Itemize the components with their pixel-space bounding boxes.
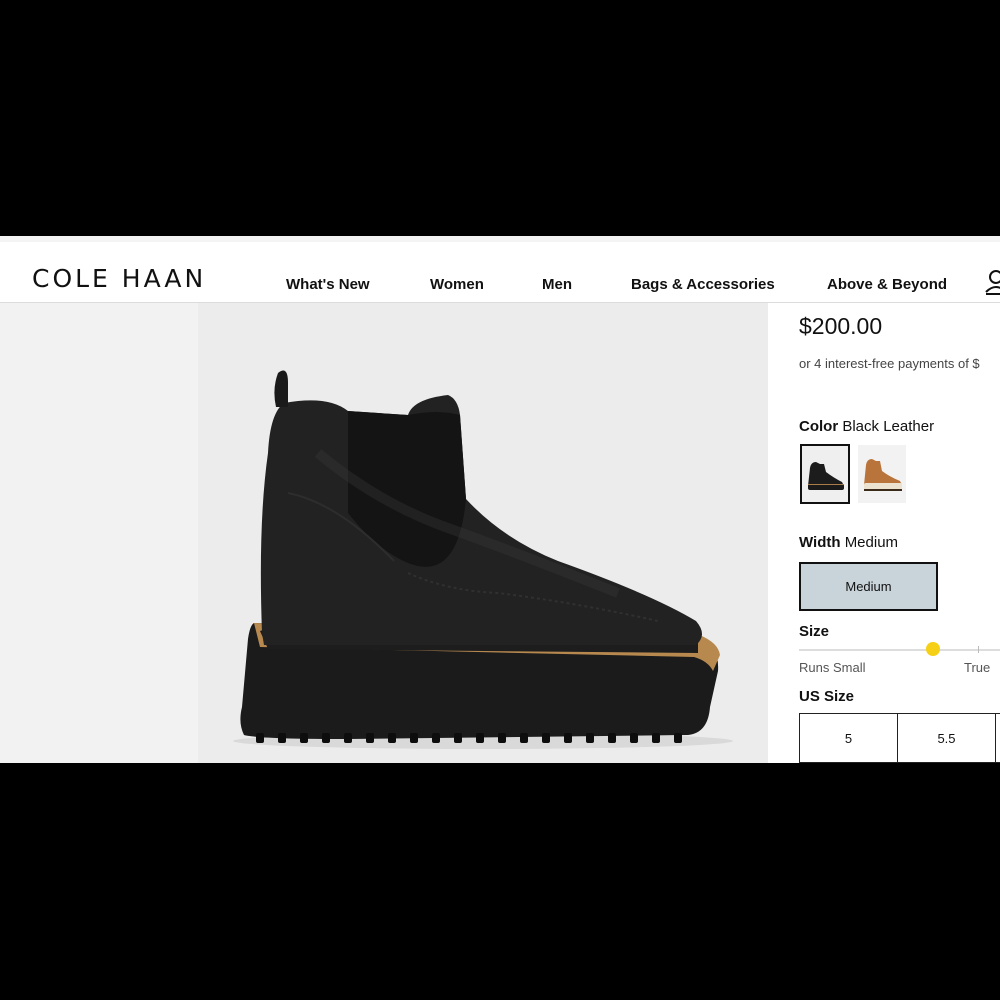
width-label: Width Medium [799, 534, 898, 551]
product-image[interactable] [198, 303, 768, 763]
color-value: Black Leather [842, 418, 935, 435]
size-option-5-5[interactable]: 5.5 [897, 713, 996, 763]
fit-right-label: True [964, 660, 991, 675]
nav-women[interactable]: Women [430, 276, 484, 293]
us-size-label: US Size [799, 688, 854, 705]
swatch-black-boot-thumb [802, 446, 848, 502]
nav-bags-accessories[interactable]: Bags & Accessories [631, 276, 775, 293]
size-option-next[interactable] [995, 713, 1000, 763]
fit-label: Size [799, 623, 829, 640]
width-value: Medium [844, 534, 899, 551]
swatch-brown-boot-thumb [858, 445, 906, 503]
fit-indicator [926, 642, 940, 656]
swatch-black-leather[interactable] [800, 444, 850, 504]
nav-men[interactable]: Men [542, 276, 572, 293]
fit-label-key: Size [799, 623, 830, 640]
brand-logo[interactable]: COLE HAAN [32, 264, 206, 293]
width-label-key: Width [799, 534, 841, 551]
nav-whats-new[interactable]: What's New [286, 276, 370, 293]
installments-text: or 4 interest-free payments of $ [799, 356, 980, 371]
product-details-panel: $200.00 or 4 interest-free payments of $… [768, 303, 1000, 763]
size-option-5[interactable]: 5 [799, 713, 898, 763]
fit-scale-track [799, 649, 1000, 651]
width-option-medium[interactable]: Medium [799, 562, 938, 611]
hero-side-backdrop [0, 303, 198, 763]
fit-scale-tick [978, 646, 979, 653]
product-price: $200.00 [799, 313, 883, 339]
site-header: COLE HAAN What's New Women Men Bags & Ac… [0, 242, 1000, 303]
swatch-brown-leather[interactable] [858, 445, 906, 503]
user-icon[interactable] [984, 268, 1000, 296]
browser-viewport: COLE HAAN What's New Women Men Bags & Ac… [0, 236, 1000, 763]
nav-above-beyond[interactable]: Above & Beyond [827, 276, 947, 293]
color-label: Color Black Leather [799, 418, 934, 435]
fit-left-label: Runs Small [799, 660, 866, 675]
us-size-label-key: US Size [799, 688, 855, 705]
color-label-key: Color [799, 418, 839, 435]
boot-image [233, 370, 733, 749]
